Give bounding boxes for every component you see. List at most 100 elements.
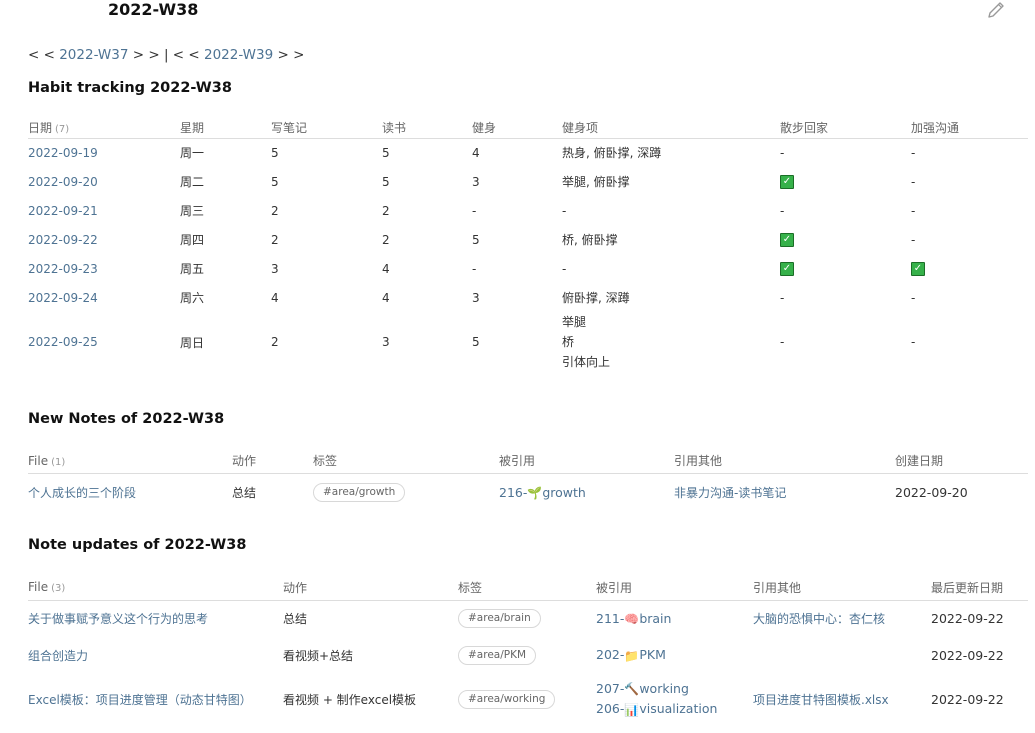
weekday-cell: 周三 [180,204,205,218]
tag-pill[interactable]: #area/working [458,689,556,709]
date-link[interactable]: 2022-09-23 [28,262,98,276]
notes-cell: 5 [271,145,279,160]
file-link[interactable]: 个人成长的三个阶段 [28,486,136,500]
table-row: 2022-09-23 周五 3 4 - - ✓ ✓ [28,254,1028,283]
backlink-name: working [639,680,689,696]
fitness-items-cell: - [562,196,780,225]
outlinks-cell: 非暴力沟通-读书笔记 [674,473,895,512]
outlink[interactable]: 非暴力沟通-读书笔记 [674,486,786,500]
notes-cell: 2 [271,203,279,218]
table-row: 2022-09-21 周三 2 2 - - - - [28,196,1028,225]
action-cell: 看视频+总结 [283,649,354,663]
backlink-emoji-icon: 📊 [624,702,640,717]
col-header-label: 写笔记 [271,121,308,136]
date-link[interactable]: 2022-09-19 [28,146,98,160]
backlink-name: brain [639,610,672,626]
edit-icon[interactable] [985,0,1007,20]
walk-home-cell: ✓ [780,225,911,254]
fitness-cell: 3 [472,174,480,189]
fitness-items-cell: 举腿桥引体向上 [562,312,780,372]
backlinks-cell: 207-🔨working 206-📊visualization [596,674,753,724]
tag-pill[interactable]: #area/PKM [458,646,537,665]
date-link[interactable]: 2022-09-25 [28,335,98,349]
file-link[interactable]: 关于做事赋予意义这个行为的思考 [28,612,208,626]
tag-cell: #area/PKM [458,637,596,674]
backlink-name: PKM [639,647,666,663]
file-link[interactable]: Excel模板：项目进度管理（动态甘特图） [28,693,252,707]
outlinks-cell [753,637,931,674]
fitness-items-cell: 俯卧撑, 深蹲 [562,283,780,312]
col-header-label: 最后更新日期 [931,580,1004,595]
next-week-link[interactable]: 2022-W39 [204,47,273,63]
outlinks-cell: 项目进度甘特图模板.xlsx [753,674,931,724]
col-header-tags: 标签 [313,449,499,474]
col-header-label: 引用其他 [674,454,723,469]
cell-value: - [780,290,785,305]
col-header-label: 加强沟通 [911,121,960,136]
col-header-label: 被引用 [596,580,633,595]
file-cell: 组合创造力 [28,637,283,674]
weekday-cell: 周二 [180,175,205,189]
backlink: 207-🔨working [596,679,753,700]
col-header-file: File (1) [28,449,232,474]
outlink[interactable]: 项目进度甘特图模板.xlsx [753,693,889,707]
week-navigation: < < 2022-W37 > > | < < 2022-W39 > > [28,47,304,63]
nav-prev-arrows: < < [28,47,55,63]
checkbox-checked-icon: ✓ [780,261,794,276]
col-header-fitness: 健身 [472,118,562,139]
table-row: 2022-09-24 周六 4 4 3 俯卧撑, 深蹲 - - [28,283,1028,312]
table-row: 2022-09-19 周一 5 5 4 热身, 俯卧撑, 深蹲 - - [28,138,1028,167]
col-header-label: 标签 [313,454,338,469]
backlink-number: 207- [596,680,625,696]
reading-cell: 4 [382,290,390,305]
table-row: 个人成长的三个阶段 总结 #area/growth 216-🌱growth 非暴力沟通-… [28,473,1028,512]
tag-pill[interactable]: #area/growth [313,483,406,503]
col-header-notes: 写笔记 [271,118,382,139]
tag-pill[interactable]: #area/brain [458,609,541,629]
file-cell: 关于做事赋予意义这个行为的思考 [28,600,283,637]
outlink[interactable]: 大脑的恐惧中心：杏仁核 [753,612,885,626]
file-link[interactable]: 组合创造力 [28,649,88,663]
file-cell: 个人成长的三个阶段 [28,473,232,512]
table-row: 2022-09-20 周二 5 5 3 举腿, 俯卧撑 ✓ - [28,167,1028,196]
date-link[interactable]: 2022-09-20 [28,175,98,189]
date-cell: 2022-09-23 [28,254,180,283]
date-cell: 2022-09-25 [28,312,180,372]
backlink-link[interactable]: 207-🔨working [596,680,689,697]
date-link[interactable]: 2022-09-24 [28,291,98,305]
action-cell: 总结 [283,612,308,627]
backlink-link[interactable]: 211-🧠brain [596,610,672,627]
page-title: 2022-W38 [108,0,199,19]
cell-value: - [911,174,916,189]
col-header-label: File [28,580,49,595]
backlink-emoji-icon: 🧠 [624,612,640,626]
backlinks-cell: 216-🌱growth [499,473,674,512]
updates-section-title: Note updates of 2022-W38 [28,537,247,553]
walk-home-cell: - [780,283,911,312]
fitness-cell: 5 [472,232,480,247]
backlink-link[interactable]: 202-📁PKM [596,647,666,663]
communication-cell: - [911,138,1028,167]
col-header-date: 日期 (7) [28,118,180,139]
reading-cell: 4 [382,261,390,276]
fitness-items-cell: 举腿, 俯卧撑 [562,167,780,196]
walk-home-cell: - [780,138,911,167]
table-row: Excel模板：项目进度管理（动态甘特图） 看视频 + 制作excel模板 #are… [28,674,1028,724]
walk-home-cell: - [780,312,911,372]
prev-week-link[interactable]: 2022-W37 [59,47,128,63]
backlink: 216-🌱growth [499,483,674,504]
checkbox-checked-icon: ✓ [780,232,794,247]
walk-home-cell: - [780,196,911,225]
cell-value: - [911,145,916,160]
backlink-number: 206- [596,701,625,716]
date-link[interactable]: 2022-09-22 [28,233,98,247]
action-cell: 看视频 + 制作excel模板 [283,692,417,707]
backlink-link[interactable]: 206-📊visualization [596,701,717,717]
backlink-link[interactable]: 216-🌱growth [499,484,586,501]
backlink-number: 216- [499,484,528,500]
cell-value: - [780,335,785,349]
date-link[interactable]: 2022-09-21 [28,204,98,218]
outlinks-cell: 大脑的恐惧中心：杏仁核 [753,600,931,637]
fitness-item: 桥 [562,335,575,349]
col-header-label: File [28,453,49,468]
